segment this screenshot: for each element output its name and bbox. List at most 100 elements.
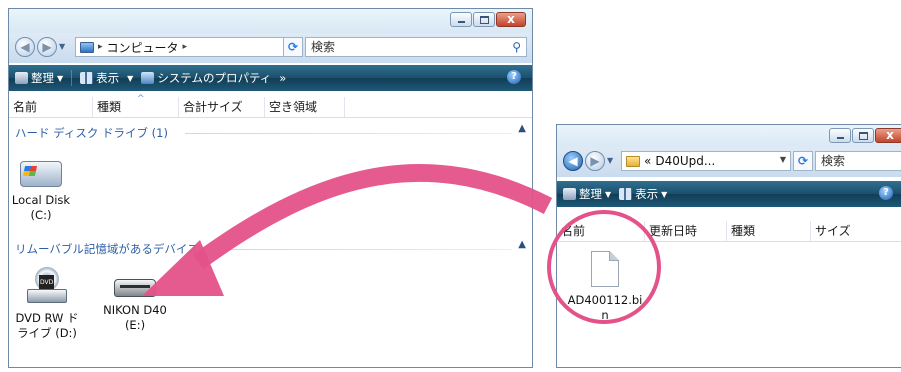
drive-body-icon	[27, 289, 67, 303]
organize-icon	[15, 72, 28, 84]
collapse-chevron-icon[interactable]: ▲	[518, 239, 526, 250]
chevron-down-icon: ▼	[605, 189, 612, 199]
more-commands-button[interactable]: »	[279, 71, 286, 85]
windows-logo-icon	[22, 166, 38, 176]
drive-label: DVD RW ド	[15, 311, 79, 325]
refresh-button[interactable]: ⟳	[283, 37, 303, 57]
back-arrow-icon: ◀	[20, 40, 30, 54]
breadcrumb-overflow[interactable]: «	[644, 154, 651, 168]
column-total-size[interactable]: 合計サイズ	[179, 97, 265, 117]
close-icon: x	[886, 128, 894, 142]
views-dropdown[interactable]: ▼	[127, 74, 133, 83]
column-header-row: 名前 更新日時 種類 サイズ	[557, 221, 901, 242]
drive-nikon-d40[interactable]: NIKON D40 (E:)	[99, 267, 171, 333]
recent-pages-dropdown[interactable]: ▼	[59, 42, 65, 51]
views-button[interactable]: 表示	[80, 70, 119, 86]
column-name[interactable]: 名前	[557, 221, 645, 241]
minimize-button[interactable]	[829, 128, 851, 143]
views-icon	[619, 188, 633, 200]
address-field[interactable]: « D40Upd... ▼	[621, 151, 791, 171]
collapse-chevron-icon[interactable]: ▲	[518, 123, 526, 134]
refresh-icon: ⟳	[797, 154, 809, 168]
toolbar-divider	[71, 70, 73, 86]
window-controls: x	[829, 128, 901, 143]
group-header-hard-disk[interactable]: ハード ディスク ドライブ (1) ▲	[15, 123, 526, 141]
computer-window: x ◀ ▶ ▼ ▸ コンピュータ ▸ ▼ ⟳ 検索 ⚲ 整理▼ 表示 ▼ システ…	[8, 8, 533, 368]
chevron-down-icon: ▼	[57, 73, 64, 83]
forward-button[interactable]: ▶	[585, 151, 605, 171]
d40update-folder-window: x ◀ ▶ ▼ « D40Upd... ▼ ⟳ 検索 整理 ▼ 表示 ▼ ? 名前 …	[556, 124, 901, 368]
system-properties-button[interactable]: システムのプロパティ	[141, 70, 271, 86]
column-name[interactable]: 名前	[9, 97, 93, 117]
computer-icon	[80, 41, 94, 53]
minimize-button[interactable]	[450, 12, 472, 27]
refresh-button[interactable]: ⟳	[793, 151, 813, 171]
breadcrumb-folder[interactable]: D40Upd...	[655, 154, 715, 168]
back-arrow-icon: ◀	[568, 154, 578, 168]
hard-disk-icon	[20, 161, 62, 187]
drive-letter: (C:)	[30, 208, 52, 222]
organize-button[interactable]: 整理 ▼	[15, 70, 63, 86]
organize-label: 整理	[31, 71, 54, 85]
address-field[interactable]: ▸ コンピュータ ▸ ▼	[75, 37, 295, 57]
breadcrumb-arrow[interactable]: ▸	[183, 42, 188, 52]
command-bar: 整理 ▼ 表示 ▼ ?	[557, 181, 901, 207]
breadcrumb-computer[interactable]: コンピュータ	[107, 39, 179, 56]
search-box[interactable]: 検索 ⚲	[305, 37, 527, 57]
forward-button[interactable]: ▶	[37, 37, 57, 57]
folder-icon	[626, 155, 640, 167]
chevron-down-icon: ▼	[661, 189, 668, 199]
dvd-logo-icon: DVD	[39, 275, 55, 290]
address-bar: ◀ ▶ ▼ ▸ コンピュータ ▸ ▼ ⟳ 検索 ⚲	[9, 33, 532, 63]
refresh-icon: ⟳	[287, 40, 299, 54]
column-header-row: 名前 種類 ^ 合計サイズ 空き領域	[9, 94, 532, 118]
search-placeholder: 検索	[311, 40, 336, 54]
back-button[interactable]: ◀	[15, 37, 35, 57]
column-type[interactable]: 種類	[727, 221, 811, 241]
group-label-hard-disk: ハード ディスク ドライブ (1)	[15, 126, 168, 140]
drive-dvd[interactable]: DVD DVD RW ド ライブ (D:)	[15, 267, 79, 341]
group-divider	[185, 133, 512, 134]
maximize-button[interactable]	[473, 12, 495, 27]
organize-button[interactable]: 整理 ▼	[563, 186, 611, 202]
file-name-continued: n	[601, 308, 609, 322]
views-icon	[80, 72, 94, 84]
sort-ascending-icon: ^	[137, 94, 145, 104]
address-dropdown-icon[interactable]: ▼	[780, 155, 786, 164]
command-bar: 整理 ▼ 表示 ▼ システムのプロパティ » ?	[9, 65, 532, 91]
column-free-space[interactable]: 空き領域	[265, 97, 345, 117]
drive-local-disk[interactable]: Local Disk (C:)	[11, 161, 71, 223]
drive-letter: (E:)	[124, 318, 146, 332]
forward-arrow-icon: ▶	[42, 40, 52, 54]
breadcrumb-separator[interactable]: ▸	[98, 42, 103, 52]
close-button[interactable]: x	[496, 12, 526, 27]
system-properties-label: システムのプロパティ	[157, 71, 272, 85]
column-size[interactable]: サイズ	[811, 221, 901, 241]
back-button[interactable]: ◀	[563, 151, 583, 171]
group-divider	[225, 249, 512, 250]
drive-letter: ライブ (D:)	[17, 326, 77, 340]
bin-file-icon	[591, 251, 619, 287]
group-header-removable[interactable]: リムーバブル記憶域があるデバイス ▲	[15, 239, 526, 257]
close-icon: x	[507, 12, 515, 26]
group-label-removable: リムーバブル記憶域があるデバイス	[15, 242, 199, 256]
help-icon[interactable]: ?	[507, 70, 521, 84]
search-box[interactable]: 検索	[815, 151, 901, 171]
dvd-drive-icon: DVD	[27, 267, 67, 305]
column-type[interactable]: 種類	[93, 97, 179, 117]
drive-label: Local Disk	[11, 193, 71, 207]
maximize-button[interactable]	[852, 128, 874, 143]
organize-label: 整理	[579, 187, 602, 201]
title-bar: x	[557, 125, 901, 149]
column-date-modified[interactable]: 更新日時	[645, 221, 727, 241]
file-ad400112-bin[interactable]: AD400112.bi n	[565, 251, 645, 323]
system-properties-icon	[141, 72, 155, 84]
views-button[interactable]: 表示 ▼	[619, 186, 667, 202]
recent-pages-dropdown[interactable]: ▼	[607, 156, 613, 165]
chevron-down-icon: ▼	[127, 73, 134, 83]
title-bar: x	[9, 9, 532, 33]
magnifier-icon[interactable]: ⚲	[512, 38, 521, 56]
more-chevron-icon: »	[279, 71, 287, 85]
close-button[interactable]: x	[875, 128, 901, 143]
help-icon[interactable]: ?	[879, 186, 893, 200]
